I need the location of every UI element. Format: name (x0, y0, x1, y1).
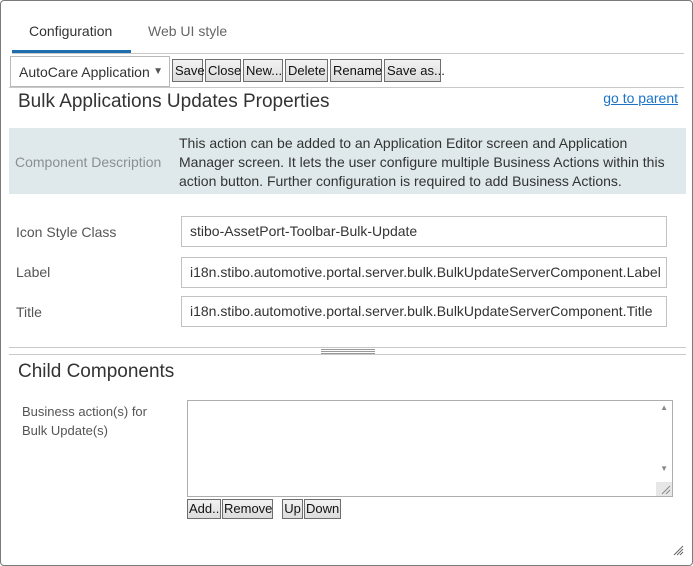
new-button[interactable]: New... (243, 59, 283, 82)
go-to-parent-link[interactable]: go to parent (603, 90, 678, 106)
window-resize-icon[interactable] (673, 545, 684, 556)
move-down-button[interactable]: Down (304, 499, 341, 519)
child-components-title: Child Components (18, 361, 175, 382)
dialog-window: Configuration Web UI style AutoCare Appl… (0, 0, 693, 566)
close-button[interactable]: Close (205, 59, 241, 82)
label-input[interactable]: i18n.stibo.automotive.portal.server.bulk… (181, 257, 667, 288)
tab-web-ui-style[interactable]: Web UI style (131, 9, 244, 53)
label-label: Label (16, 264, 51, 280)
resize-grip-icon (661, 485, 671, 495)
add-button[interactable]: Add.. (187, 499, 221, 519)
splitter-grip-icon[interactable] (321, 349, 375, 354)
business-actions-list[interactable]: ▲ ▼ (187, 400, 673, 497)
save-button[interactable]: Save (172, 59, 205, 82)
save-as-button[interactable]: Save as... (384, 59, 445, 82)
tab-bar: Configuration Web UI style (12, 9, 684, 54)
delete-button[interactable]: Delete (285, 59, 328, 82)
tab-configuration[interactable]: Configuration (12, 9, 131, 53)
icon-style-class-input[interactable]: stibo-AssetPort-Toolbar-Bulk-Update (181, 216, 667, 247)
icon-style-class-label: Icon Style Class (16, 224, 117, 240)
remove-button[interactable]: Remove (222, 499, 273, 519)
component-selector-value: AutoCare Application (19, 64, 150, 80)
panel-splitter[interactable] (9, 347, 686, 355)
scroll-up-icon[interactable]: ▲ (660, 403, 668, 412)
toolbar: AutoCare Application ▼ Save Close New...… (9, 54, 684, 88)
component-selector[interactable]: AutoCare Application ▼ (10, 56, 170, 87)
scroll-down-icon[interactable]: ▼ (660, 464, 668, 473)
business-actions-label: Business action(s) for Bulk Update(s) (22, 404, 147, 438)
component-description-panel: Component Description This action can be… (9, 128, 686, 194)
rename-button[interactable]: Rename (330, 59, 382, 82)
component-description-label: Component Description (15, 154, 162, 170)
component-description-text: This action can be added to an Applicati… (179, 135, 665, 189)
title-label: Title (16, 304, 42, 320)
properties-title: Bulk Applications Updates Properties (18, 91, 330, 112)
move-up-button[interactable]: Up (282, 499, 303, 519)
title-input[interactable]: i18n.stibo.automotive.portal.server.bulk… (181, 296, 667, 327)
chevron-down-icon: ▼ (153, 66, 163, 77)
list-resize-handle[interactable] (656, 482, 672, 496)
